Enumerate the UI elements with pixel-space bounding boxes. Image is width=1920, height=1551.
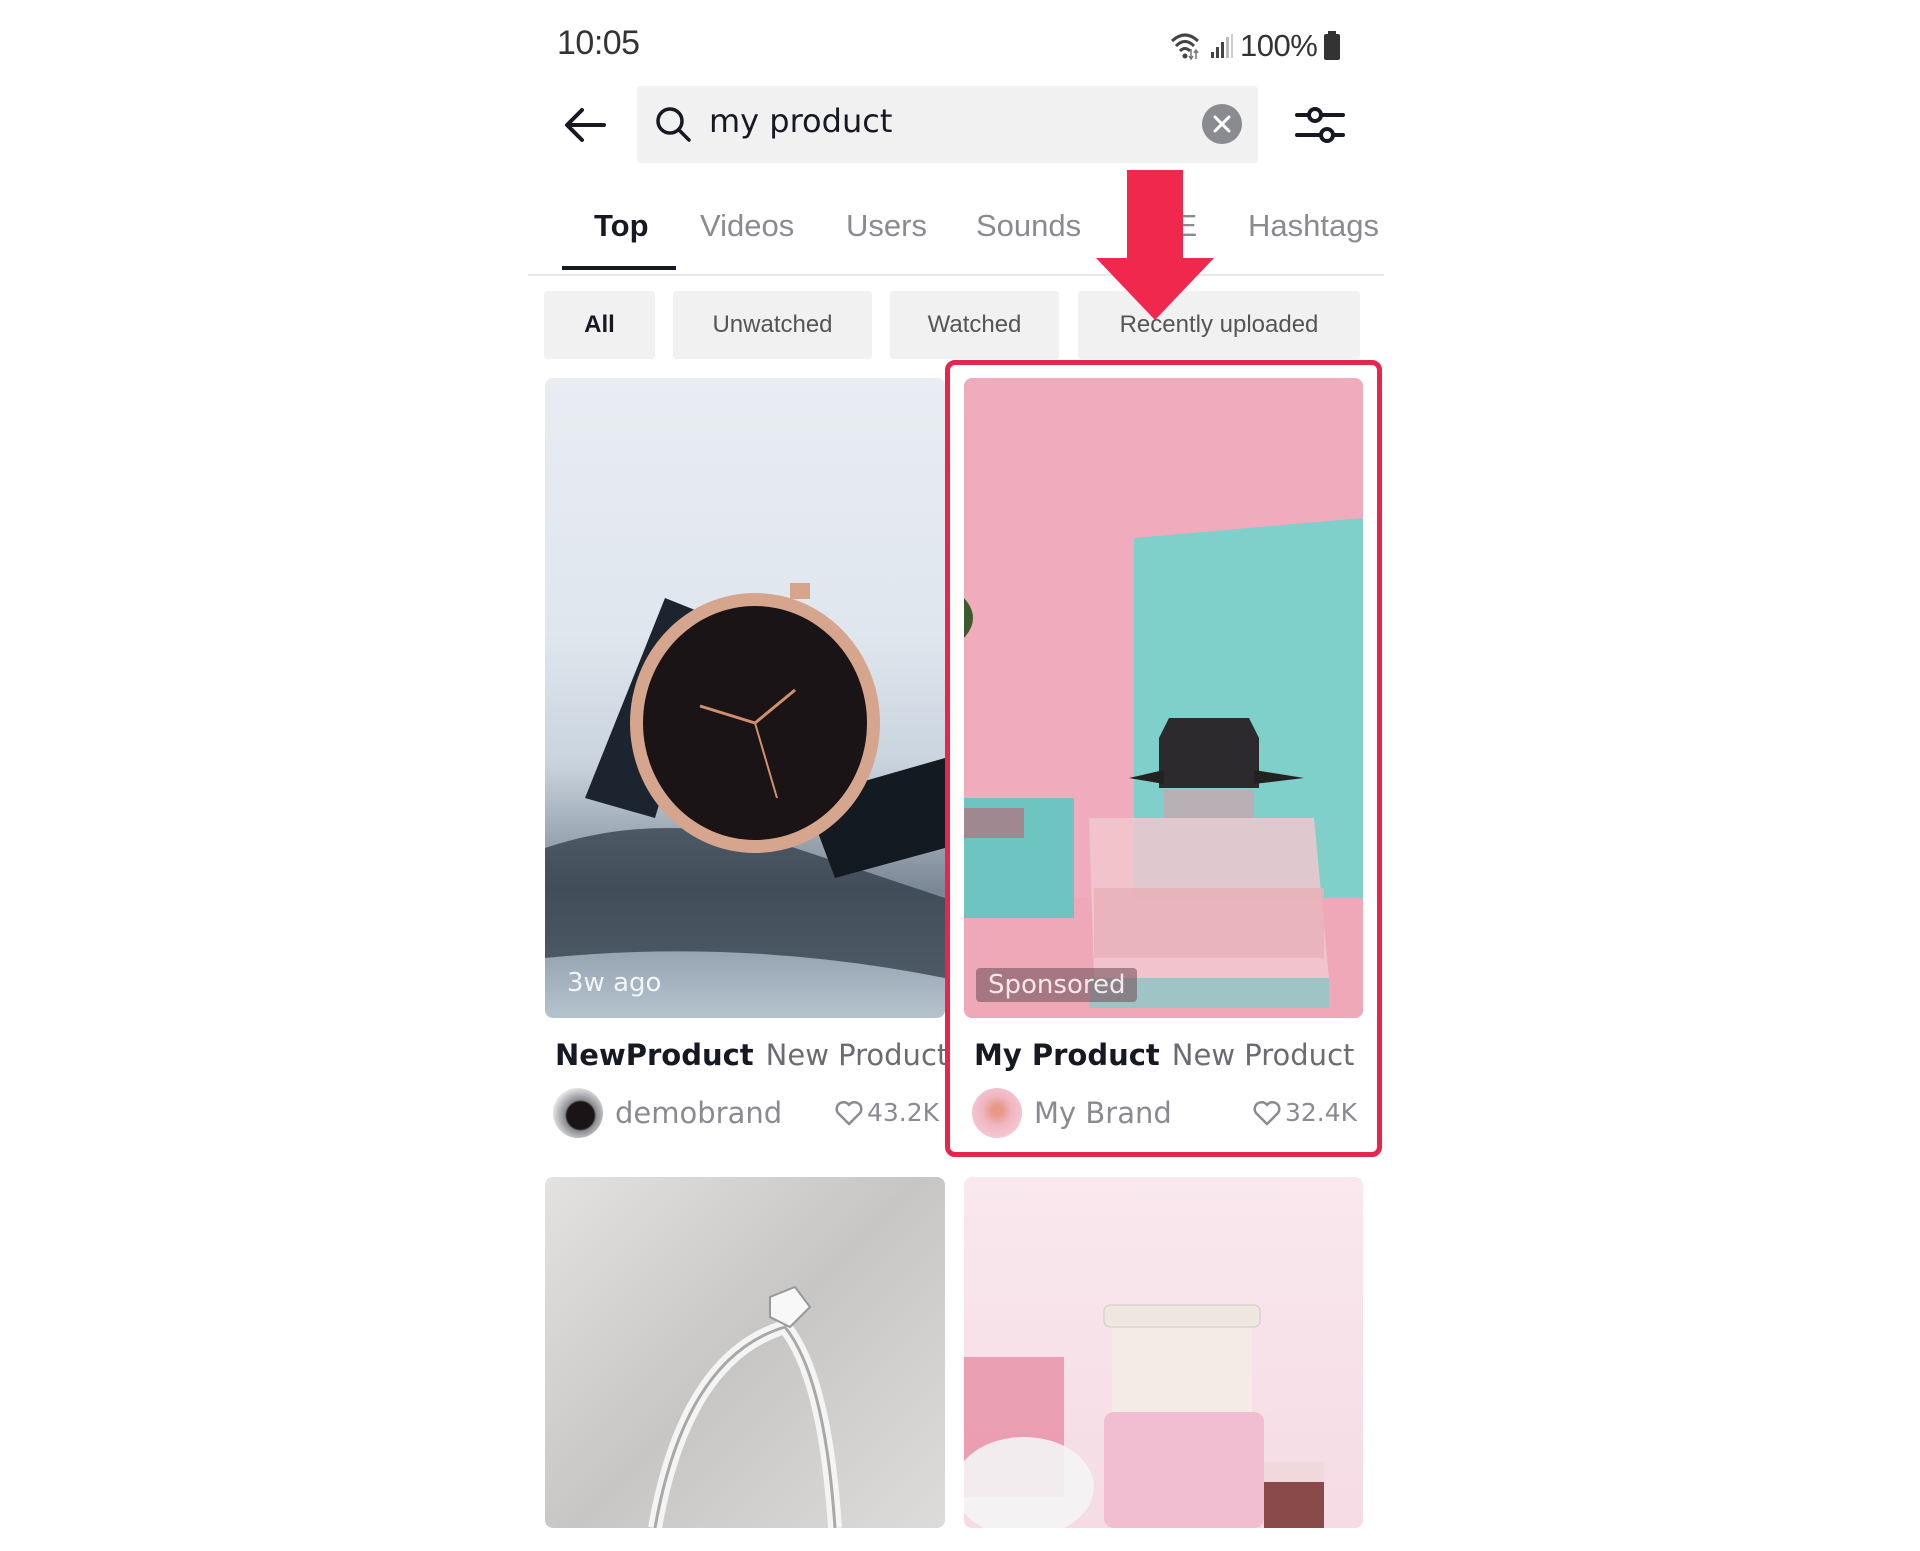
likes-value: 43.2K [867, 1098, 940, 1127]
result-subtitle: New Product [765, 1038, 949, 1072]
tab-sounds[interactable]: Sounds [976, 208, 1081, 244]
chip-all[interactable]: All [544, 291, 655, 359]
highlight-box [945, 360, 1382, 1157]
back-arrow-icon[interactable] [560, 100, 610, 150]
video-thumbnail-ring[interactable] [545, 1177, 945, 1528]
likes-count: 43.2K [835, 1098, 939, 1127]
search-icon [656, 107, 691, 142]
search-input[interactable]: my product [709, 102, 892, 140]
result-title[interactable]: NewProduct New Product [555, 1038, 948, 1072]
tab-videos[interactable]: Videos [700, 208, 794, 244]
chip-unwatched[interactable]: Unwatched [673, 291, 872, 359]
chip-watched[interactable]: Watched [890, 291, 1059, 359]
result-title-bold: NewProduct [555, 1038, 754, 1072]
status-icons: 100% [1170, 26, 1341, 66]
tab-top[interactable]: Top [594, 208, 649, 244]
video-thumbnail-watch[interactable]: 3w ago [545, 378, 945, 1018]
wifi-icon [1170, 33, 1200, 61]
filter-sliders-icon[interactable] [1293, 100, 1347, 150]
tab-users[interactable]: Users [846, 208, 927, 244]
battery-percent: 100% [1240, 28, 1318, 63]
tab-hashtags[interactable]: Hashtags [1248, 208, 1379, 244]
brand-name: demobrand [615, 1096, 783, 1130]
clear-search-button[interactable] [1202, 104, 1242, 144]
search-tabs: Top Videos Users Sounds LIVE Hashtags [528, 200, 1384, 276]
battery-icon [1324, 31, 1341, 60]
active-tab-indicator [562, 266, 676, 270]
avatar [553, 1088, 603, 1138]
brand-row[interactable]: demobrand [553, 1086, 782, 1140]
pink-bottle-image [964, 1304, 1324, 1528]
search-bar[interactable]: my product [637, 86, 1258, 163]
watch-image [545, 583, 945, 978]
heart-icon [835, 1100, 863, 1125]
video-thumbnail-pink-bottle[interactable] [964, 1177, 1363, 1528]
status-time: 10:05 [557, 24, 640, 62]
upload-age: 3w ago [567, 968, 662, 998]
signal-icon [1211, 34, 1233, 58]
annotation-down-arrow-icon [1096, 170, 1214, 320]
ring-image [648, 1285, 842, 1528]
clear-icon [1213, 115, 1231, 133]
